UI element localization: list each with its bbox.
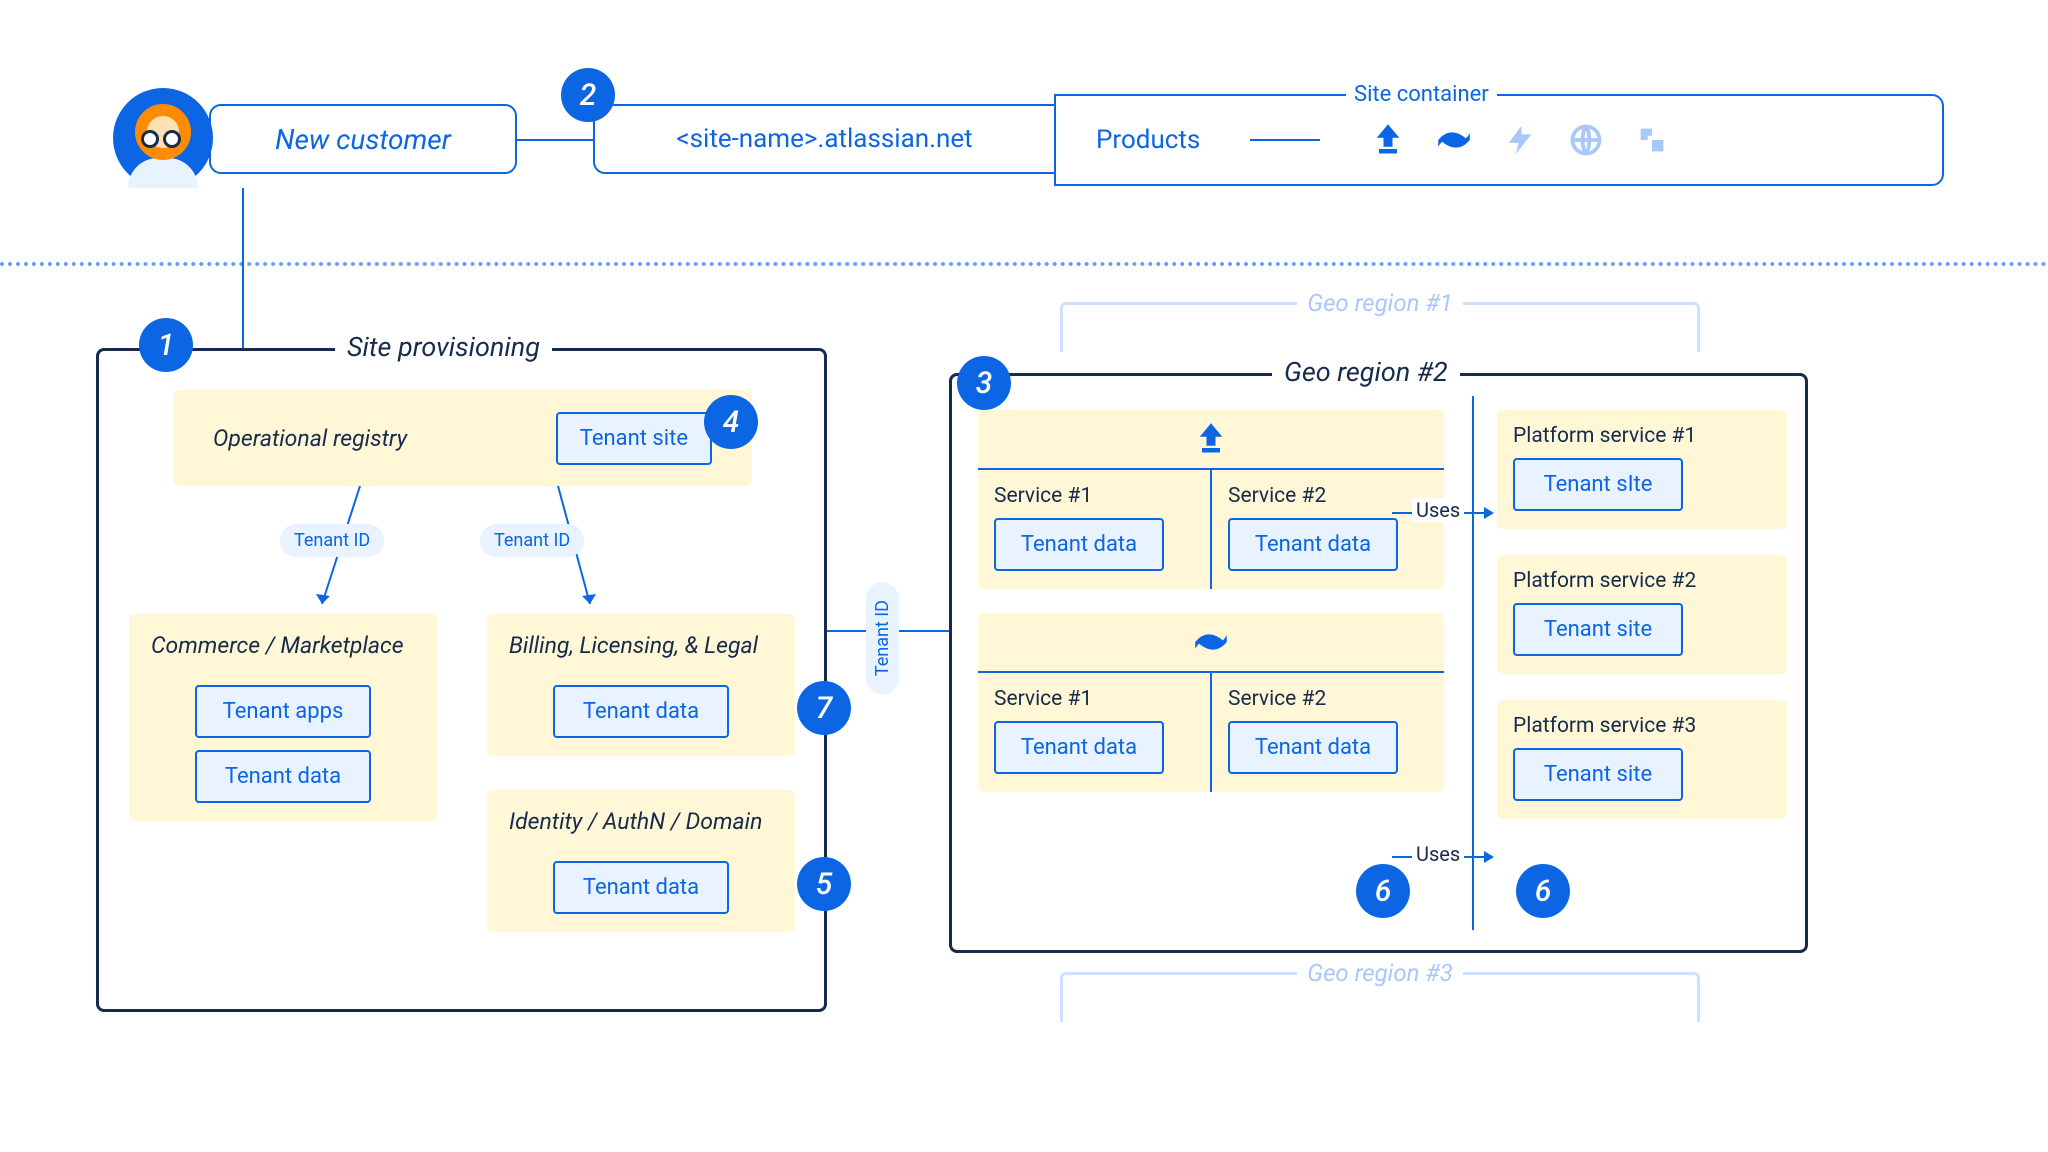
platform-service-3-card: Platform service #3 Tenant site xyxy=(1497,700,1787,819)
tenant-data-chip: Tenant data xyxy=(553,861,729,914)
service-1-label: Service #1 xyxy=(994,484,1194,508)
tenant-data-chip: Tenant data xyxy=(1228,721,1398,774)
geo-divider xyxy=(1472,396,1474,930)
confluence-icon xyxy=(1193,624,1229,660)
customer-avatar xyxy=(113,88,213,188)
commerce-card: Commerce / Marketplace Tenant apps Tenan… xyxy=(129,614,437,821)
site-container-label: Site container xyxy=(1346,82,1497,107)
identity-card: Identity / AuthN / Domain Tenant data xyxy=(487,790,795,932)
identity-title: Identity / AuthN / Domain xyxy=(509,808,773,835)
new-customer-label: New customer xyxy=(275,123,451,156)
platform-service-1-card: Platform service #1 Tenant sIte xyxy=(1497,410,1787,529)
badge-6: 6 xyxy=(1516,864,1570,918)
bolt-icon xyxy=(1502,122,1538,158)
globe-icon xyxy=(1568,122,1604,158)
site-url-text: <site-name>.atlassian.net xyxy=(676,124,972,154)
badge-2: 2 xyxy=(561,68,615,122)
badge-5: 5 xyxy=(797,857,851,911)
tenant-data-chip: Tenant data xyxy=(1228,518,1398,571)
badge-3: 3 xyxy=(957,356,1011,410)
service-1-block: Service #1 Tenant data xyxy=(978,673,1212,792)
billing-card: Billing, Licensing, & Legal Tenant data xyxy=(487,614,795,756)
tenant-site-chip: Tenant site xyxy=(1513,748,1683,801)
geo-region-1-label: Geo region #1 xyxy=(1297,289,1463,317)
jira-icon xyxy=(1370,122,1406,158)
commerce-title: Commerce / Marketplace xyxy=(151,632,415,659)
service-1-block: Service #1 Tenant data xyxy=(978,470,1212,589)
geo-region-3-label: Geo region #3 xyxy=(1297,959,1463,987)
site-container: Site container Products xyxy=(1054,94,1944,186)
expand-icon xyxy=(1634,122,1670,158)
op-registry-title: Operational registry xyxy=(213,425,407,452)
tenant-id-pill: Tenant ID xyxy=(280,524,384,557)
tenant-site-chip: Tenant site xyxy=(556,412,712,465)
platform-3-title: Platform service #3 xyxy=(1513,714,1771,738)
tenant-site-chip: Tenant site xyxy=(1513,603,1683,656)
uses-label: Uses xyxy=(1412,842,1464,866)
badge-7: 7 xyxy=(797,681,851,735)
service-2-block: Service #2 Tenant data xyxy=(1212,470,1444,589)
platform-services-column: Platform service #1 Tenant sIte Platform… xyxy=(1497,410,1787,845)
billing-title: Billing, Licensing, & Legal xyxy=(509,632,773,659)
products-label: Products xyxy=(1096,125,1200,155)
connector xyxy=(242,188,244,348)
geo-confluence-card: Service #1 Tenant data Service #2 Tenant… xyxy=(978,613,1444,792)
tenant-data-chip: Tenant data xyxy=(994,518,1164,571)
operational-registry-card: Operational registry Tenant site xyxy=(173,390,752,486)
connector xyxy=(517,139,593,141)
platform-service-2-card: Platform service #2 Tenant site xyxy=(1497,555,1787,674)
tenant-data-chip: Tenant data xyxy=(994,721,1164,774)
geo-products-column: Service #1 Tenant data Service #2 Tenant… xyxy=(978,410,1444,816)
dotted-divider xyxy=(0,262,2048,266)
tenant-data-chip: Tenant data xyxy=(553,685,729,738)
site-provisioning-title: Site provisioning xyxy=(335,331,552,363)
geo-region-1: Geo region #1 xyxy=(1060,302,1700,352)
service-1-label: Service #1 xyxy=(994,687,1194,711)
tenant-apps-chip: Tenant apps xyxy=(195,685,371,738)
platform-1-title: Platform service #1 xyxy=(1513,424,1771,448)
uses-label: Uses xyxy=(1412,498,1464,522)
service-2-label: Service #2 xyxy=(1228,484,1428,508)
badge-4: 4 xyxy=(704,395,758,449)
tenant-id-pill: Tenant ID xyxy=(480,524,584,557)
service-2-label: Service #2 xyxy=(1228,687,1428,711)
service-2-block: Service #2 Tenant data xyxy=(1212,673,1444,792)
platform-2-title: Platform service #2 xyxy=(1513,569,1771,593)
jira-icon xyxy=(1193,421,1229,457)
geo-region-2-title: Geo region #2 xyxy=(1272,356,1460,388)
tenant-id-pill-vertical: Tenant ID xyxy=(866,582,899,694)
badge-6: 6 xyxy=(1356,864,1410,918)
site-url-box: <site-name>.atlassian.net xyxy=(593,104,1054,174)
badge-1: 1 xyxy=(139,318,193,372)
tenant-site-chip: Tenant sIte xyxy=(1513,458,1683,511)
geo-jira-card: Service #1 Tenant data Service #2 Tenant… xyxy=(978,410,1444,589)
products-line xyxy=(1250,139,1320,141)
geo-region-3: Geo region #3 xyxy=(1060,972,1700,1022)
tenant-data-chip: Tenant data xyxy=(195,750,371,803)
new-customer-box: New customer xyxy=(209,104,517,174)
confluence-icon xyxy=(1436,122,1472,158)
